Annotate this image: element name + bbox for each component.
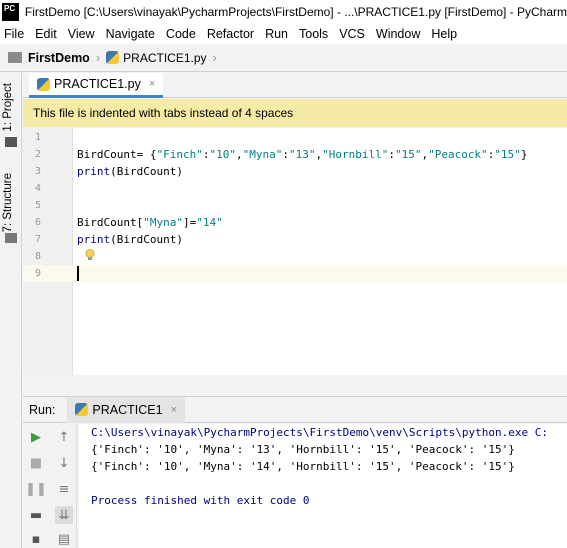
code-line-9[interactable]: 9 [23,265,567,282]
line-number: 9 [34,268,41,279]
line-number: 4 [34,183,41,194]
breadcrumb-file[interactable]: PRACTICE1.py [123,51,206,65]
menu-tools[interactable]: Tools [299,27,328,41]
folder-icon [8,52,22,63]
editor-tab-bar: PRACTICE1.py × [23,73,567,98]
code-line-6[interactable]: 6 BirdCount["Myna"]="14" [23,214,567,231]
line-number: 2 [34,149,41,160]
menu-run[interactable]: Run [265,27,288,41]
structure-tool-tab[interactable]: 7: Structure [2,173,14,232]
console-line: Process finished with exit code 0 [91,494,310,507]
run-label: Run: [29,402,56,417]
close-tab-icon[interactable]: × [149,78,155,90]
indent-warning-banner: This file is indented with tabs instead … [23,99,567,127]
print-icon[interactable]: ▤ [55,530,73,548]
line-number: 7 [34,234,41,245]
menu-bar: File Edit View Navigate Code Refactor Ru… [0,24,567,44]
left-tool-strip: 1: Project 7: Structure [0,73,22,548]
line-number: 6 [34,217,41,228]
run-toolbar-left: ▶ ■ ❚❚ ▬ ▪ [23,424,49,548]
code-line-7[interactable]: 7 print(BirdCount) [23,231,567,248]
line-number: 5 [34,200,41,211]
menu-help[interactable]: Help [431,27,457,41]
project-tool-tab[interactable]: 1: Project [2,83,14,132]
lightbulb-icon[interactable] [85,249,95,261]
chevron-right-icon: › [95,50,101,65]
scroll-to-end-icon[interactable]: ⇊ [55,506,73,524]
code-line-8[interactable]: 8 [23,248,567,265]
code-text: BirdCount= {"Finch":"10","Myna":"13","Ho… [77,148,528,161]
window-titlebar: PC FirstDemo [C:\Users\vinayak\PycharmPr… [0,0,567,24]
panel-splitter[interactable] [23,375,567,397]
menu-view[interactable]: View [68,27,95,41]
window-title: FirstDemo [C:\Users\vinayak\PycharmProje… [24,5,567,19]
line-number: 1 [34,132,41,143]
code-editor[interactable]: 1 2 BirdCount= {"Finch":"10","Myna":"13"… [23,128,567,375]
console-line: {'Finch': '10', 'Myna': '13', 'Hornbill'… [91,443,515,456]
text-caret [77,266,79,281]
editor-tab-label: PRACTICE1.py [54,77,141,91]
structure-icon [5,233,17,243]
close-run-tab-icon[interactable]: × [171,404,177,416]
line-number: 3 [34,166,41,177]
pycharm-app-icon: PC [2,3,19,21]
python-file-icon [37,77,50,91]
code-line-3[interactable]: 3 print(BirdCount) [23,163,567,180]
code-text: BirdCount["Myna"]="14" [77,216,223,229]
editor-tab-practice1[interactable]: PRACTICE1.py × [29,73,164,98]
chevron-right-icon: › [212,50,217,65]
pin-icon[interactable]: ▪ [27,530,45,548]
arrow-down-icon[interactable]: ↓ [55,454,73,472]
console-line: C:\Users\vinayak\PycharmProjects\FirstDe… [91,426,548,439]
breadcrumb-project[interactable]: FirstDemo [28,51,90,65]
arrow-up-icon[interactable]: ↑ [55,428,73,446]
run-console[interactable]: C:\Users\vinayak\PycharmProjects\FirstDe… [79,424,567,548]
pause-icon[interactable]: ❚❚ [25,480,47,498]
code-line-2[interactable]: 2 BirdCount= {"Finch":"10","Myna":"13","… [23,146,567,163]
menu-vcs[interactable]: VCS [339,27,365,41]
code-line-1[interactable]: 1 [23,129,567,146]
console-line: {'Finch': '10', 'Myna': '14', 'Hornbill'… [91,460,515,473]
run-tab-label: PRACTICE1 [92,402,163,417]
project-folder-icon [5,137,17,147]
run-tab-practice1[interactable]: PRACTICE1 × [67,396,185,423]
banner-text: This file is indented with tabs instead … [33,106,294,120]
run-toolbar-right: ↑ ↓ ≡ ⇊ ▤ [51,424,77,548]
code-text: print(BirdCount) [77,165,183,178]
menu-edit[interactable]: Edit [35,27,57,41]
code-line-5[interactable]: 5 [23,197,567,214]
layout-icon[interactable]: ▬ [27,506,45,524]
code-text: print(BirdCount) [77,233,183,246]
menu-navigate[interactable]: Navigate [106,27,155,41]
menu-refactor[interactable]: Refactor [207,27,254,41]
code-line-4[interactable]: 4 [23,180,567,197]
breadcrumb: FirstDemo › PRACTICE1.py › [0,44,567,72]
soft-wrap-icon[interactable]: ≡ [55,480,73,498]
stop-icon[interactable]: ■ [27,454,45,472]
run-tool-header: Run: PRACTICE1 × [23,396,567,423]
python-file-icon [106,51,120,64]
menu-window[interactable]: Window [376,27,420,41]
rerun-icon[interactable]: ▶ [27,428,45,446]
line-number: 8 [34,251,41,262]
menu-code[interactable]: Code [166,27,196,41]
menu-file[interactable]: File [4,27,24,41]
python-file-icon [75,403,89,416]
